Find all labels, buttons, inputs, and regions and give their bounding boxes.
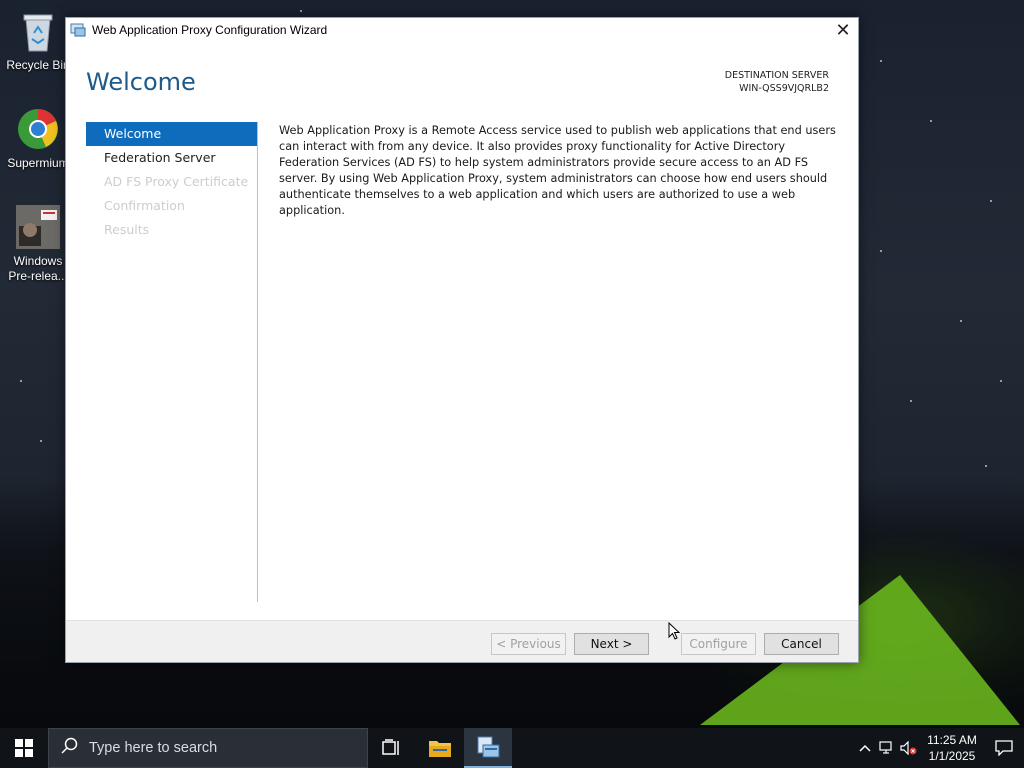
nav-step-welcome[interactable]: Welcome — [86, 122, 257, 146]
nav-step-results: Results — [104, 222, 150, 237]
wizard-window: Web Application Proxy Configuration Wiza… — [65, 17, 859, 663]
welcome-description: Web Application Proxy is a Remote Access… — [279, 124, 836, 217]
clock-time: 11:25 AM — [927, 733, 977, 747]
configure-button: Configure — [681, 633, 756, 655]
task-view-button[interactable] — [368, 728, 416, 768]
wizard-app-icon — [70, 22, 86, 38]
previous-button: < Previous — [491, 633, 566, 655]
windows-prerelease-icon — [15, 204, 61, 250]
search-placeholder: Type here to search — [89, 740, 218, 756]
folder-icon — [429, 741, 451, 757]
notification-icon — [995, 740, 1013, 756]
desktop-icon-supermium[interactable]: Supermium — [6, 106, 70, 171]
cancel-button[interactable]: Cancel — [764, 633, 839, 655]
wizard-step-nav: Welcome Federation Server AD FS Proxy Ce… — [86, 122, 258, 602]
chevron-up-icon[interactable] — [854, 728, 876, 768]
desktop-icon-label: Windows Pre-relea... — [8, 254, 68, 283]
clock-date: 1/1/2025 — [928, 749, 976, 763]
nav-step-federation-server[interactable]: Federation Server — [86, 146, 257, 170]
destination-server-name: WIN-QSS9VJQRLB2 — [739, 83, 829, 94]
system-tray: 11:25 AM 1/1/2025 — [854, 728, 1024, 768]
desktop-icon-windows-prerelease[interactable]: Windows Pre-relea... — [6, 204, 70, 284]
windows-logo-icon — [15, 739, 33, 757]
mouse-cursor-icon — [668, 621, 681, 645]
wizard-taskbar-button[interactable] — [464, 728, 512, 768]
desktop-icon-label: Recycle Bin — [6, 58, 70, 72]
start-button[interactable] — [0, 728, 48, 768]
taskbar-search-box[interactable]: Type here to search — [48, 728, 368, 768]
page-title: Welcome — [86, 68, 196, 96]
window-title: Web Application Proxy Configuration Wiza… — [92, 23, 328, 37]
recycle-bin-icon — [15, 8, 61, 54]
notification-center-button[interactable] — [984, 728, 1024, 768]
wizard-app-icon — [477, 736, 500, 758]
clock[interactable]: 11:25 AM 1/1/2025 — [920, 732, 984, 764]
network-icon[interactable] — [876, 728, 898, 768]
supermium-browser-icon — [15, 106, 61, 152]
destination-server-block: DESTINATION SERVER WIN-QSS9VJQRLB2 — [725, 69, 829, 95]
taskbar: Type here to search 11:25 AM 1/1/2025 — [0, 728, 1024, 768]
file-explorer-button[interactable] — [416, 728, 464, 768]
close-icon[interactable]: ✕ — [828, 18, 858, 42]
desktop-icon-recycle-bin[interactable]: Recycle Bin — [6, 8, 70, 73]
task-view-icon — [382, 739, 399, 755]
wizard-footer: < Previous Next > Configure Cancel — [66, 620, 858, 662]
nav-step-confirmation: Confirmation — [104, 198, 185, 213]
desktop-icon-label: Supermium — [7, 156, 69, 170]
title-bar[interactable]: Web Application Proxy Configuration Wiza… — [66, 18, 858, 42]
search-icon — [61, 737, 79, 759]
volume-muted-icon[interactable] — [898, 728, 920, 768]
destination-label: DESTINATION SERVER — [724, 70, 829, 81]
next-button[interactable]: Next > — [574, 633, 649, 655]
nav-step-adfs-proxy-certificate: AD FS Proxy Certificate — [104, 174, 249, 189]
